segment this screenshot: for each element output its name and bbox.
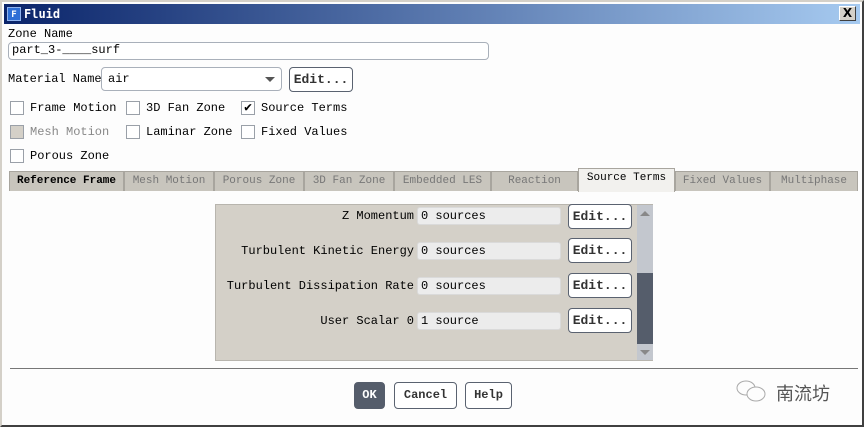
scrollbar-thumb[interactable] [637, 273, 653, 344]
frame-motion-label: Frame Motion [30, 101, 117, 115]
material-value: air [108, 72, 130, 86]
tab-3d-fan-zone[interactable]: 3D Fan Zone [304, 171, 394, 191]
tab-reference-frame[interactable]: Reference Frame [9, 171, 124, 191]
source-row-label: Turbulent Dissipation Rate [226, 279, 414, 293]
checkmark-icon: ✔ [244, 100, 252, 115]
close-button[interactable]: X [839, 6, 856, 21]
scroll-up-icon[interactable] [640, 211, 650, 216]
3d-fan-zone-checkbox[interactable] [126, 101, 140, 115]
tdr-edit-button[interactable]: Edit... [568, 273, 632, 298]
source-row-value: 1 source [417, 312, 561, 330]
app-icon: F [7, 7, 21, 21]
fixed-values-label: Fixed Values [261, 125, 348, 139]
help-button[interactable]: Help [465, 382, 512, 409]
mesh-motion-checkbox[interactable] [10, 125, 24, 139]
tab-multiphase[interactable]: Multiphase [770, 171, 858, 191]
mesh-motion-label: Mesh Motion [30, 125, 110, 139]
cancel-button[interactable]: Cancel [394, 382, 457, 409]
material-select[interactable]: air [101, 67, 282, 91]
scroll-down-icon[interactable] [640, 350, 650, 355]
laminar-zone-label: Laminar Zone [146, 125, 233, 139]
source-row-value: 0 sources [417, 207, 561, 225]
3d-fan-zone-label: 3D Fan Zone [146, 101, 226, 115]
user-scalar-edit-button[interactable]: Edit... [568, 308, 632, 333]
window-title: Fluid [24, 7, 61, 21]
zone-name-input[interactable]: part_3-____surf [8, 42, 489, 60]
tke-edit-button[interactable]: Edit... [568, 238, 632, 263]
watermark-text: 南流坊 [776, 384, 830, 405]
tab-source-terms[interactable]: Source Terms [578, 168, 675, 192]
tab-reaction[interactable]: Reaction [491, 171, 578, 191]
tab-fixed-values[interactable]: Fixed Values [675, 171, 770, 191]
ok-button[interactable]: OK [354, 382, 385, 409]
material-edit-button[interactable]: Edit... [289, 67, 353, 92]
frame-motion-checkbox[interactable] [10, 101, 24, 115]
fixed-values-checkbox[interactable] [241, 125, 255, 139]
material-name-label: Material Name [8, 72, 102, 86]
porous-zone-label: Porous Zone [30, 149, 110, 163]
z-momentum-edit-button[interactable]: Edit... [568, 204, 632, 229]
porous-zone-checkbox[interactable] [10, 149, 24, 163]
tab-mesh-motion[interactable]: Mesh Motion [124, 171, 214, 191]
tab-embedded-les[interactable]: Embedded LES [394, 171, 491, 191]
source-terms-label: Source Terms [261, 101, 348, 115]
source-row-label: User Scalar 0 [320, 314, 414, 328]
title-bar[interactable]: F Fluid X [4, 4, 860, 24]
source-row-value: 0 sources [417, 277, 561, 295]
wechat-icon [734, 378, 770, 404]
laminar-zone-checkbox[interactable] [126, 125, 140, 139]
divider [10, 368, 858, 369]
source-row-value: 0 sources [417, 242, 561, 260]
source-row-label: Z Momentum [341, 209, 414, 223]
chevron-down-icon [265, 77, 275, 82]
zone-name-label: Zone Name [8, 27, 73, 41]
source-row-label: Turbulent Kinetic Energy [241, 244, 414, 258]
vertical-scrollbar[interactable] [637, 205, 653, 360]
source-terms-panel: Z Momentum 0 sources Edit... Turbulent K… [215, 204, 653, 361]
source-terms-checkbox[interactable]: ✔ [241, 101, 255, 115]
tab-porous-zone[interactable]: Porous Zone [214, 171, 304, 191]
fluid-dialog: F Fluid X Zone Name part_3-____surf Mate… [0, 0, 864, 427]
